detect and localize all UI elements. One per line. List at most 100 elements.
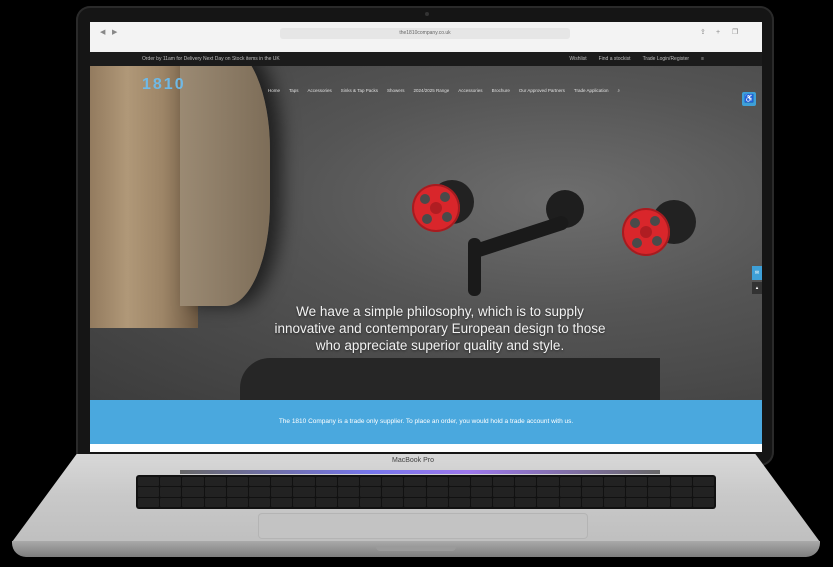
right-tap-handle bbox=[622, 208, 670, 256]
tabs-overview-icon[interactable]: ❐ bbox=[732, 29, 738, 37]
tagline-line-2: innovative and contemporary European des… bbox=[274, 321, 606, 336]
page-bottom-strip bbox=[90, 444, 762, 452]
hero-tagline: We have a simple philosophy, which is to… bbox=[250, 303, 630, 354]
keyboard-key bbox=[692, 487, 714, 497]
keyboard-key bbox=[470, 477, 493, 487]
search-icon[interactable]: ⌕ bbox=[617, 88, 620, 93]
address-bar[interactable]: the1810company.co.uk bbox=[280, 28, 570, 39]
keyboard-key bbox=[648, 497, 670, 507]
laptop-screen: ◀ ▶ the1810company.co.uk ⇪ + ❐ Order by … bbox=[90, 22, 762, 452]
keyboard-key bbox=[359, 487, 382, 497]
nav-item-showers[interactable]: Showers bbox=[387, 88, 405, 93]
keyboard-key bbox=[315, 487, 337, 497]
top-links: Wishlist Find a stockist Trade Login/Reg… bbox=[569, 52, 704, 66]
keyboard-key bbox=[359, 477, 382, 487]
spout-outlet bbox=[468, 238, 481, 296]
top-info-bar: Order by 11am for Delivery Next Day on S… bbox=[90, 52, 762, 66]
keyboard-key bbox=[581, 487, 604, 497]
keyboard-key bbox=[271, 487, 293, 497]
keyboard-key bbox=[138, 497, 160, 507]
keyboard-key bbox=[648, 477, 670, 487]
nav-item-brochure[interactable]: Brochure bbox=[492, 88, 510, 93]
keyboard-key bbox=[581, 497, 604, 507]
keyboard-key bbox=[160, 497, 182, 507]
hero-section: 1810 Home Taps Accessories Sinks & Tap P… bbox=[90, 66, 762, 400]
keyboard-key bbox=[248, 477, 271, 487]
hero-sink bbox=[240, 358, 660, 400]
delivery-promo: Order by 11am for Delivery Next Day on S… bbox=[142, 56, 280, 62]
keyboard-key bbox=[382, 497, 404, 507]
keyboard-key bbox=[315, 497, 337, 507]
find-stockist-link[interactable]: Find a stockist bbox=[599, 52, 631, 66]
tagline-line-3: who appreciate superior quality and styl… bbox=[315, 338, 565, 353]
keyboard-key bbox=[248, 497, 271, 507]
share-icon[interactable]: ⇪ bbox=[700, 29, 706, 37]
nav-item-range[interactable]: 2024/2025 Range bbox=[414, 88, 450, 93]
new-tab-icon[interactable]: + bbox=[716, 29, 720, 37]
keyboard-key bbox=[604, 487, 626, 497]
keyboard-key bbox=[138, 477, 160, 487]
nav-item-accessories-2[interactable]: Accessories bbox=[458, 88, 482, 93]
side-feedback-tab[interactable]: ✉ bbox=[752, 266, 762, 280]
site-logo[interactable]: 1810 bbox=[142, 76, 186, 94]
keyboard-key bbox=[426, 477, 448, 487]
trade-banner-text: The 1810 Company is a trade only supplie… bbox=[278, 418, 574, 425]
keyboard-key bbox=[604, 497, 626, 507]
keyboard-key bbox=[182, 497, 204, 507]
hero-mirror bbox=[180, 66, 270, 306]
keyboard-key bbox=[160, 487, 182, 497]
nav-item-sinks[interactable]: Sinks & Tap Packs bbox=[341, 88, 378, 93]
keyboard-key bbox=[293, 477, 315, 487]
keyboard-key bbox=[626, 497, 648, 507]
nav-item-trade-application[interactable]: Trade Application bbox=[574, 88, 609, 93]
spout-arm bbox=[470, 214, 571, 259]
keyboard-key bbox=[670, 487, 692, 497]
keyboard-key bbox=[426, 497, 448, 507]
main-navigation: Home Taps Accessories Sinks & Tap Packs … bbox=[268, 88, 620, 93]
keyboard-key bbox=[337, 487, 359, 497]
keyboard-key bbox=[404, 487, 426, 497]
keyboard-key bbox=[226, 477, 248, 487]
keyboard-key bbox=[404, 477, 426, 487]
keyboard-key bbox=[559, 487, 581, 497]
keyboard-key bbox=[448, 477, 470, 487]
keyboard-key bbox=[337, 477, 359, 487]
keyboard-key bbox=[559, 477, 581, 487]
keyboard-key bbox=[493, 497, 515, 507]
lid-notch bbox=[376, 547, 456, 551]
keyboard-key bbox=[537, 497, 559, 507]
chevron-right-icon[interactable]: ▶ bbox=[112, 29, 117, 37]
chevron-left-icon[interactable]: ◀ bbox=[100, 29, 105, 37]
trade-login-link[interactable]: Trade Login/Register bbox=[643, 52, 690, 66]
keyboard-key bbox=[515, 487, 537, 497]
nav-item-accessories[interactable]: Accessories bbox=[308, 88, 332, 93]
keyboard bbox=[136, 475, 716, 509]
keyboard-key bbox=[293, 497, 315, 507]
keyboard-key bbox=[337, 497, 359, 507]
browser-toolbar: ◀ ▶ the1810company.co.uk ⇪ + ❐ bbox=[90, 22, 762, 53]
accessibility-icon[interactable]: ♿ bbox=[742, 92, 756, 106]
keyboard-key bbox=[138, 487, 160, 497]
side-scroll-tab[interactable]: ▴ bbox=[752, 282, 762, 294]
keyboard-key bbox=[426, 487, 448, 497]
tagline-line-1: We have a simple philosophy, which is to… bbox=[296, 304, 584, 319]
trade-banner: The 1810 Company is a trade only supplie… bbox=[90, 400, 762, 444]
touch-bar bbox=[180, 470, 660, 474]
keyboard-key bbox=[204, 487, 226, 497]
keyboard-key bbox=[359, 497, 382, 507]
keyboard-key bbox=[559, 497, 581, 507]
keyboard-key bbox=[537, 487, 559, 497]
keyboard-key bbox=[382, 487, 404, 497]
keyboard-key bbox=[204, 477, 226, 487]
nav-item-home[interactable]: Home bbox=[268, 88, 280, 93]
wishlist-link[interactable]: Wishlist bbox=[569, 52, 586, 66]
keyboard-key bbox=[692, 477, 714, 487]
keyboard-key bbox=[626, 477, 648, 487]
keyboard-key bbox=[404, 497, 426, 507]
nav-item-partners[interactable]: Our Approved Partners bbox=[519, 88, 565, 93]
keyboard-key bbox=[160, 477, 182, 487]
menu-icon[interactable]: ≡ bbox=[701, 52, 704, 66]
keyboard-key bbox=[382, 477, 404, 487]
keyboard-key bbox=[515, 477, 537, 487]
nav-item-taps[interactable]: Taps bbox=[289, 88, 299, 93]
